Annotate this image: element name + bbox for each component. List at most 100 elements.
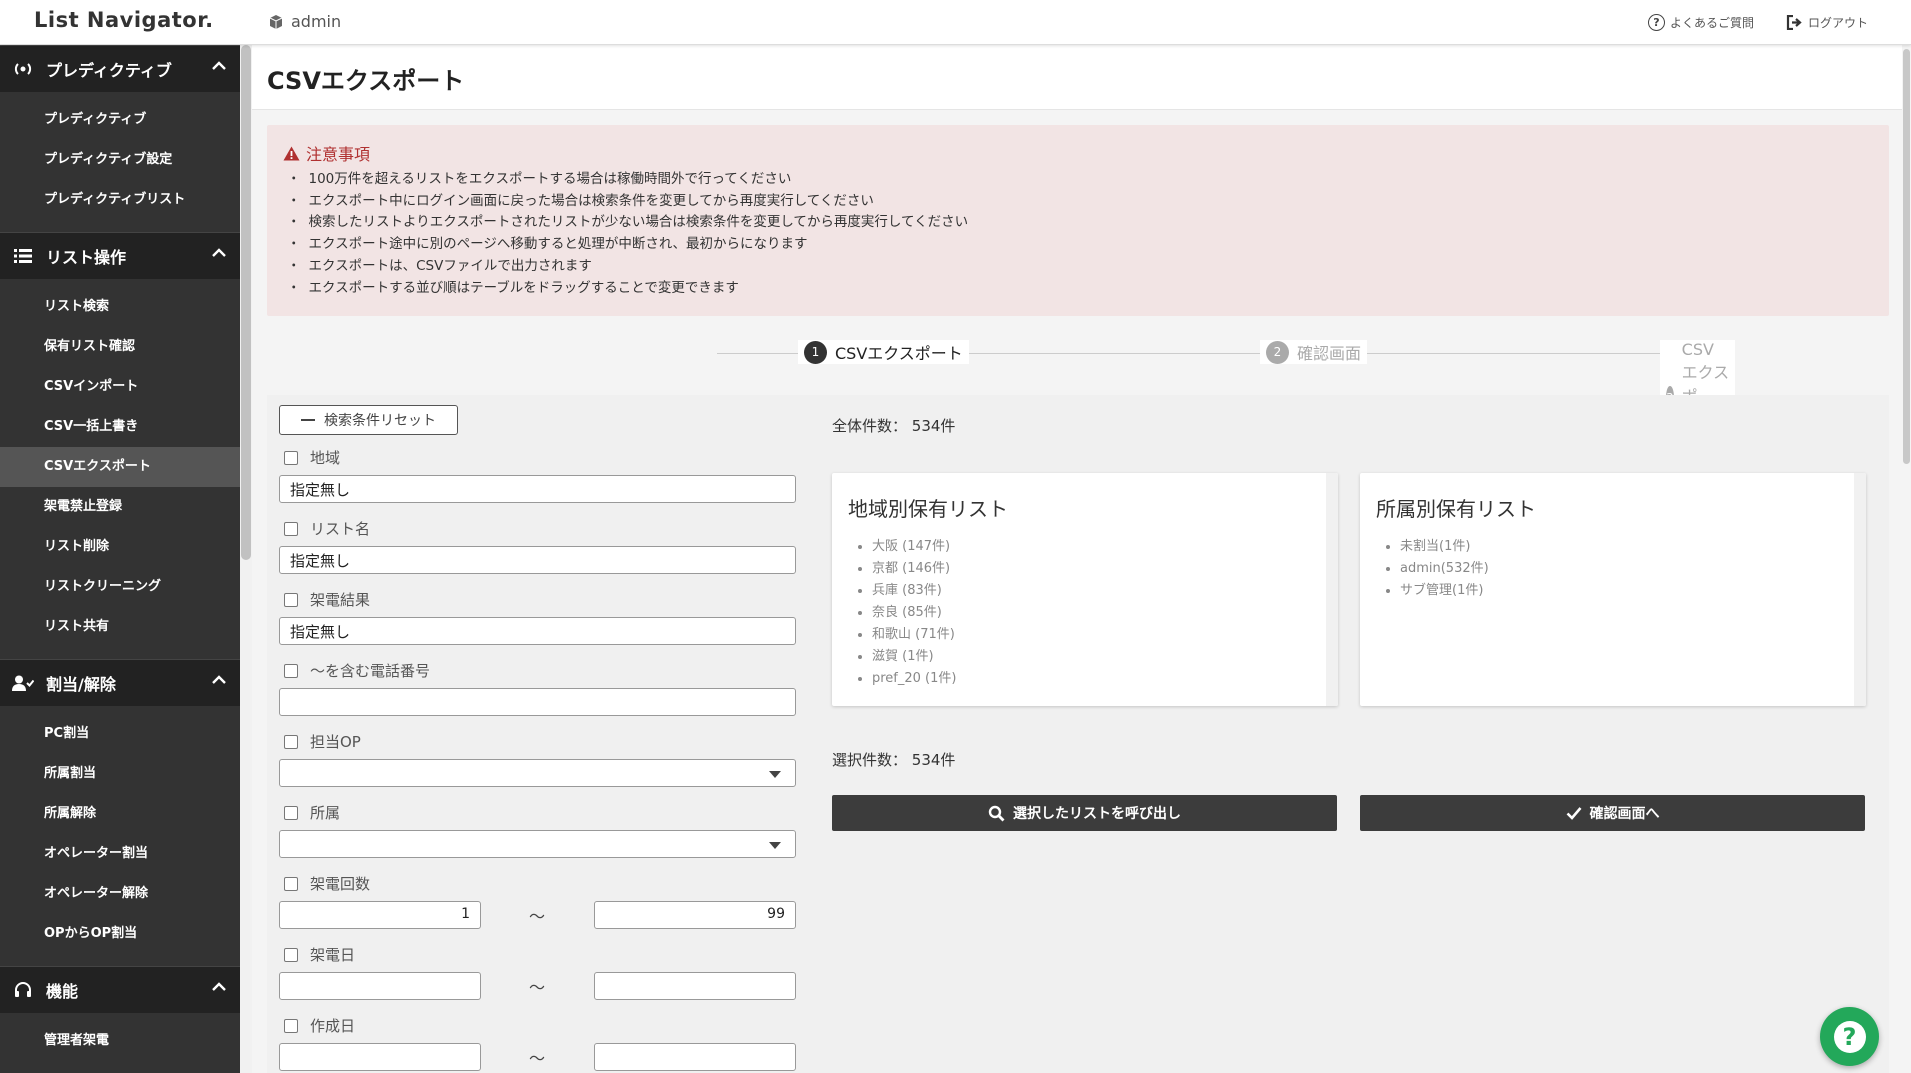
region-label: 地域	[310, 449, 341, 467]
sidebar-item-csv-overwrite[interactable]: CSV一括上書き	[0, 407, 240, 447]
reset-label: 検索条件リセット	[324, 413, 436, 429]
selected-count-value: 534件	[911, 751, 956, 769]
sidebar-item-dept-release[interactable]: 所属解除	[0, 794, 240, 834]
phone-input[interactable]	[279, 688, 796, 716]
callcount-label: 架電回数	[310, 875, 371, 893]
createdate-filter[interactable]: 作成日	[284, 1015, 355, 1036]
sidebar-item-list-delete[interactable]: リスト削除	[0, 527, 240, 567]
sidebar-item-predictive[interactable]: プレディクティブ	[0, 100, 240, 140]
top-header: List Navigator. admin ? よくあるご質問 ログアウト	[0, 0, 1911, 45]
region-filter[interactable]: 地域	[284, 447, 340, 468]
chevron-up-icon[interactable]	[212, 980, 226, 994]
sidebar-section-predictive[interactable]: プレディクティブ	[0, 45, 240, 92]
createdate-to-input[interactable]	[594, 1043, 796, 1071]
calldate-from-input[interactable]	[279, 972, 481, 1000]
warning-icon	[283, 146, 300, 160]
step-label: 確認画面	[1297, 344, 1362, 363]
sidebar-item-pc-assign[interactable]: PC割当	[0, 714, 240, 754]
dept-checkbox[interactable]	[284, 805, 298, 820]
sidebar-item-list-share[interactable]: リスト共有	[0, 607, 240, 647]
callresult-filter[interactable]: 架電結果	[284, 589, 370, 610]
notice-item: エクスポートする並び順はテーブルをドラッグすることで変更できます	[287, 278, 1873, 300]
broadcast-icon	[12, 61, 34, 77]
main-scroll-thumb[interactable]	[1903, 49, 1910, 464]
callresult-label: 架電結果	[310, 591, 371, 609]
chevron-up-icon[interactable]	[212, 246, 226, 260]
list-item: 和歌山 (71件)	[872, 624, 1322, 646]
sidebar-item-list-cleaning[interactable]: リストクリーニング	[0, 567, 240, 607]
calldate-filter[interactable]: 架電日	[284, 944, 355, 965]
sidebar-item-op-to-op-assign[interactable]: OPからOP割当	[0, 914, 240, 954]
sidebar-item-list-search[interactable]: リスト検索	[0, 287, 240, 327]
main-scrollbar[interactable]	[1902, 45, 1911, 1073]
confirm-screen-button[interactable]: 確認画面へ	[1360, 795, 1865, 831]
listname-filter[interactable]: リスト名	[284, 518, 370, 539]
faq-link[interactable]: ? よくあるご質問	[1648, 14, 1754, 31]
dept-card-title: 所属別保有リスト	[1376, 497, 1536, 521]
calldate-checkbox[interactable]	[284, 947, 298, 962]
question-circle-icon: ?	[1648, 14, 1665, 31]
sidebar-section-assign[interactable]: 割当/解除	[0, 659, 240, 706]
page-title-bar: CSVエクスポート	[252, 45, 1904, 110]
callresult-checkbox[interactable]	[284, 592, 298, 607]
callcount-max-input[interactable]: 99	[594, 901, 796, 929]
chevron-up-icon[interactable]	[212, 59, 226, 73]
dept-select[interactable]	[279, 830, 796, 858]
sidebar-section-features[interactable]: 機能	[0, 966, 240, 1013]
phone-checkbox[interactable]	[284, 663, 298, 678]
card-scrollbar[interactable]	[1326, 473, 1338, 706]
calldate-to-input[interactable]	[594, 972, 796, 1000]
region-checkbox[interactable]	[284, 450, 298, 465]
callresult-field[interactable]: 指定無し	[279, 617, 796, 645]
notice-item: エクスポートは、CSVファイルで出力されます	[287, 256, 1873, 278]
sidebar-section-title: 機能	[46, 982, 79, 1001]
listname-field[interactable]: 指定無し	[279, 546, 796, 574]
content-area: 注意事項 100万件を超えるリストをエクスポートする場合は稼働時間外で行ってくだ…	[252, 110, 1904, 1073]
op-label: 担当OP	[310, 733, 361, 751]
callcount-min-input[interactable]: 1	[279, 901, 481, 929]
op-filter[interactable]: 担当OP	[284, 731, 361, 752]
search-icon	[988, 805, 1005, 821]
app-logo[interactable]: List Navigator.	[34, 8, 214, 32]
createdate-from-input[interactable]	[279, 1043, 481, 1071]
logout-icon	[1786, 15, 1802, 30]
dept-list-card: 所属別保有リスト 未割当(1件) admin(532件) サブ管理(1件)	[1360, 473, 1866, 706]
sidebar-item-predictive-list[interactable]: プレディクティブリスト	[0, 180, 240, 220]
sidebar-section-list-ops[interactable]: リスト操作	[0, 232, 240, 279]
sidebar-item-predictive-settings[interactable]: プレディクティブ設定	[0, 140, 240, 180]
sidebar-item-csv-import[interactable]: CSVインポート	[0, 367, 240, 407]
logout-link[interactable]: ログアウト	[1786, 14, 1868, 31]
sidebar-item-csv-export[interactable]: CSVエクスポート	[0, 447, 240, 487]
load-selected-list-button[interactable]: 選択したリストを呼び出し	[832, 795, 1337, 831]
sidebar-item-admin-call[interactable]: 管理者架電	[0, 1021, 240, 1061]
selected-count-label: 選択件数：	[832, 751, 908, 769]
notice-title: 注意事項	[283, 141, 1873, 165]
callcount-checkbox[interactable]	[284, 876, 298, 891]
region-field[interactable]: 指定無し	[279, 475, 796, 503]
help-button[interactable]: ?	[1820, 1007, 1879, 1066]
list-item: 京都 (146件)	[872, 558, 1322, 580]
dept-label: 所属	[310, 804, 341, 822]
total-count-value: 534件	[911, 417, 956, 435]
sidebar-scrollbar[interactable]	[240, 45, 252, 1073]
sidebar-item-call-block[interactable]: 架電禁止登録	[0, 487, 240, 527]
user-check-icon	[12, 675, 34, 691]
phone-filter[interactable]: 〜を含む電話番号	[284, 660, 430, 681]
card-scrollbar[interactable]	[1854, 473, 1866, 706]
dept-filter[interactable]: 所属	[284, 802, 340, 823]
createdate-checkbox[interactable]	[284, 1018, 298, 1033]
sidebar-item-owned-list[interactable]: 保有リスト確認	[0, 327, 240, 367]
calldate-label: 架電日	[310, 946, 356, 964]
chevron-up-icon[interactable]	[212, 673, 226, 687]
op-checkbox[interactable]	[284, 734, 298, 749]
current-user: admin	[268, 12, 341, 31]
reset-conditions-button[interactable]: 検索条件リセット	[279, 405, 458, 435]
list-item: 奈良 (85件)	[872, 602, 1322, 624]
sidebar-item-operator-assign[interactable]: オペレーター割当	[0, 834, 240, 874]
callcount-filter[interactable]: 架電回数	[284, 873, 370, 894]
sidebar-scroll-thumb[interactable]	[241, 45, 251, 560]
listname-checkbox[interactable]	[284, 521, 298, 536]
sidebar-item-operator-release[interactable]: オペレーター解除	[0, 874, 240, 914]
op-select[interactable]	[279, 759, 796, 787]
sidebar-item-dept-assign[interactable]: 所属割当	[0, 754, 240, 794]
